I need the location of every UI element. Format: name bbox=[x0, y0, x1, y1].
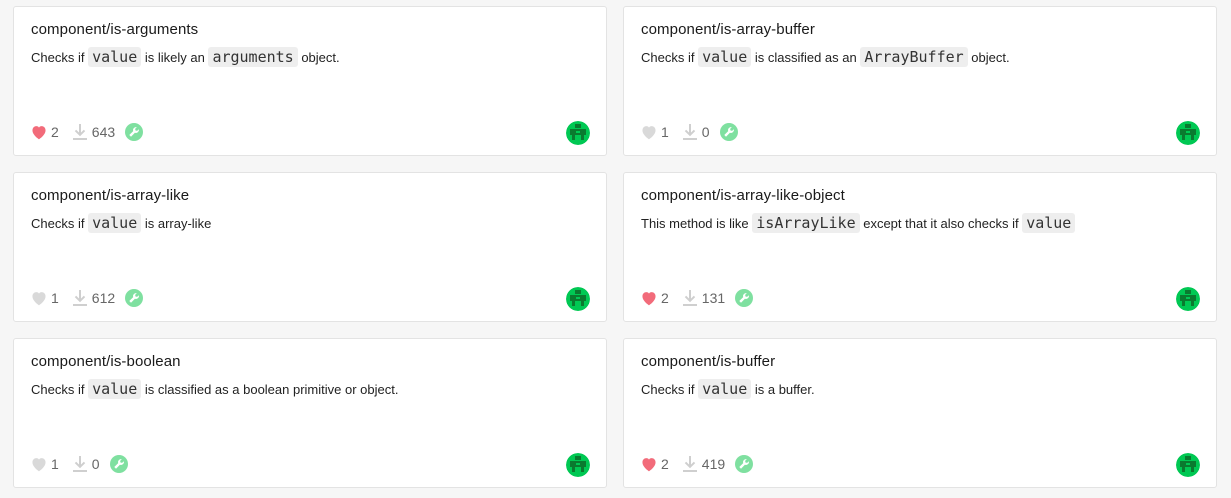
component-card[interactable]: component/is-array-like-object This meth… bbox=[623, 172, 1217, 322]
component-stats: 1 0 bbox=[640, 121, 738, 143]
component-title[interactable]: component/is-array-like bbox=[31, 187, 189, 204]
build-status-icon[interactable] bbox=[125, 289, 144, 307]
component-stats: 2 419 bbox=[640, 453, 754, 475]
component-card[interactable]: component/is-buffer Checks if value is a… bbox=[623, 338, 1217, 488]
heart-icon[interactable] bbox=[30, 124, 48, 140]
inline-code: value bbox=[1022, 213, 1076, 233]
likes-count: 1 bbox=[661, 124, 669, 140]
component-title[interactable]: component/is-buffer bbox=[641, 353, 775, 370]
inline-code: arguments bbox=[208, 47, 298, 67]
component-title[interactable]: component/is-array-buffer bbox=[641, 21, 815, 38]
downloads-count: 0 bbox=[91, 456, 100, 472]
component-title[interactable]: component/is-arguments bbox=[31, 21, 198, 38]
heart-icon[interactable] bbox=[640, 456, 658, 472]
component-title[interactable]: component/is-boolean bbox=[31, 353, 181, 370]
component-stats: 2 131 bbox=[640, 287, 754, 309]
downloads-count: 131 bbox=[701, 290, 726, 306]
inline-code: value bbox=[698, 379, 752, 399]
inline-code: value bbox=[88, 379, 142, 399]
downloads-count: 0 bbox=[701, 124, 710, 140]
downloads-count: 419 bbox=[701, 456, 726, 472]
download-icon bbox=[72, 124, 87, 140]
build-status-icon[interactable] bbox=[719, 123, 738, 141]
component-card[interactable]: component/is-boolean Checks if value is … bbox=[13, 338, 607, 488]
description-text: Checks if bbox=[31, 382, 89, 397]
build-status-icon[interactable] bbox=[735, 289, 754, 307]
component-stats: 1 612 bbox=[30, 287, 144, 309]
download-icon bbox=[72, 456, 87, 472]
component-description: Checks if value is a buffer. bbox=[641, 378, 1199, 401]
description-text: is array-like bbox=[141, 216, 212, 231]
avatar[interactable] bbox=[566, 453, 590, 477]
download-icon bbox=[682, 124, 697, 140]
component-description: This method is like isArrayLike except t… bbox=[641, 212, 1199, 235]
download-icon bbox=[682, 290, 697, 306]
description-text: is a buffer. bbox=[751, 382, 815, 397]
description-text: Checks if bbox=[641, 382, 699, 397]
likes-count: 1 bbox=[51, 290, 59, 306]
component-card[interactable]: component/is-arguments Checks if value i… bbox=[13, 6, 607, 156]
description-text: Checks if bbox=[31, 216, 89, 231]
avatar[interactable] bbox=[566, 287, 590, 311]
downloads-count: 612 bbox=[91, 290, 116, 306]
avatar[interactable] bbox=[1176, 121, 1200, 145]
description-text: except that it also checks if bbox=[859, 216, 1023, 231]
component-description: Checks if value is likely an arguments o… bbox=[31, 46, 589, 69]
description-text: is classified as an bbox=[751, 50, 861, 65]
description-text: object. bbox=[297, 50, 340, 65]
download-icon bbox=[72, 290, 87, 306]
avatar[interactable] bbox=[1176, 453, 1200, 477]
description-text: This method is like bbox=[641, 216, 753, 231]
heart-icon[interactable] bbox=[30, 290, 48, 306]
description-text: is likely an bbox=[141, 50, 209, 65]
heart-icon[interactable] bbox=[30, 456, 48, 472]
likes-count: 2 bbox=[661, 290, 669, 306]
download-icon bbox=[682, 456, 697, 472]
heart-icon[interactable] bbox=[640, 290, 658, 306]
inline-code: isArrayLike bbox=[752, 213, 860, 233]
likes-count: 2 bbox=[51, 124, 59, 140]
inline-code: value bbox=[698, 47, 752, 67]
description-text: Checks if bbox=[641, 50, 699, 65]
component-stats: 2 643 bbox=[30, 121, 144, 143]
description-text: is classified as a boolean primitive or … bbox=[141, 382, 399, 397]
avatar[interactable] bbox=[566, 121, 590, 145]
avatar[interactable] bbox=[1176, 287, 1200, 311]
inline-code: value bbox=[88, 213, 142, 233]
likes-count: 2 bbox=[661, 456, 669, 472]
description-text: object. bbox=[967, 50, 1010, 65]
component-title[interactable]: component/is-array-like-object bbox=[641, 187, 845, 204]
component-description: Checks if value is array-like bbox=[31, 212, 589, 235]
component-card[interactable]: component/is-array-buffer Checks if valu… bbox=[623, 6, 1217, 156]
downloads-count: 643 bbox=[91, 124, 116, 140]
description-text: Checks if bbox=[31, 50, 89, 65]
build-status-icon[interactable] bbox=[735, 455, 754, 473]
build-status-icon[interactable] bbox=[109, 455, 128, 473]
build-status-icon[interactable] bbox=[125, 123, 144, 141]
heart-icon[interactable] bbox=[640, 124, 658, 140]
component-card[interactable]: component/is-array-like Checks if value … bbox=[13, 172, 607, 322]
component-description: Checks if value is classified as an Arra… bbox=[641, 46, 1199, 69]
inline-code: ArrayBuffer bbox=[860, 47, 968, 67]
component-stats: 1 0 bbox=[30, 453, 128, 475]
component-description: Checks if value is classified as a boole… bbox=[31, 378, 589, 401]
likes-count: 1 bbox=[51, 456, 59, 472]
inline-code: value bbox=[88, 47, 142, 67]
